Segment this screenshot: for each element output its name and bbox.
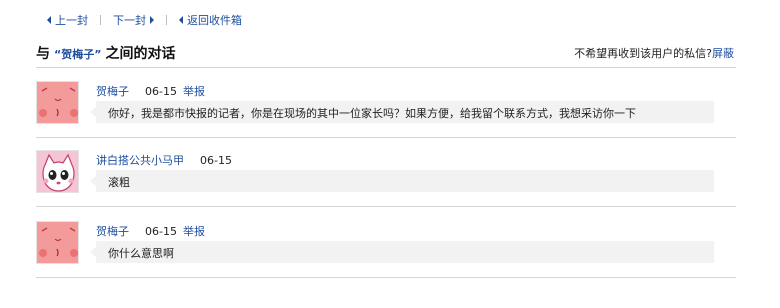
pink-face-icon <box>37 222 78 263</box>
message-divider <box>36 137 736 138</box>
conversation-user-link[interactable]: “贺梅子” <box>54 46 101 62</box>
conversation-nav: 上一封 下一封 返回收件箱 <box>47 13 242 27</box>
nav-divider <box>166 15 167 25</box>
message-meta: 贺梅子 06-15 举报 <box>96 83 205 99</box>
message-bubble: 你什么意思啊 <box>90 241 714 263</box>
report-link[interactable]: 举报 <box>183 223 205 239</box>
back-to-inbox-link[interactable]: 返回收件箱 <box>179 12 242 28</box>
message-meta: 贺梅子 06-15 举报 <box>96 223 205 239</box>
pink-face-icon <box>37 82 78 123</box>
title-suffix: 之间的对话 <box>105 46 176 62</box>
block-user-link[interactable]: 屏蔽 <box>712 47 734 60</box>
sender-name-link[interactable]: 贺梅子 <box>96 83 129 99</box>
header-divider <box>36 67 736 68</box>
page-title: 与 “贺梅子” 之间的对话 <box>36 43 175 63</box>
message-text: 滚粗 <box>108 176 130 189</box>
sender-name-link[interactable]: 贺梅子 <box>96 223 129 239</box>
message-item: 贺梅子 06-15 举报 你好，我是都市快报的记者，你是在现场的其中一位家长吗？… <box>36 81 736 139</box>
message-meta: 讲白搭公共小马甲 06-15 <box>96 152 232 168</box>
title-prefix: 与 <box>36 46 50 62</box>
message-item: 贺梅子 06-15 举报 你什么意思啊 <box>36 221 736 279</box>
prev-message-link[interactable]: 上一封 <box>47 12 88 28</box>
message-bubble: 你好，我是都市快报的记者，你是在现场的其中一位家长吗？如果方便，给我留个联系方式… <box>90 101 714 123</box>
message-text: 你好，我是都市快报的记者，你是在现场的其中一位家长吗？如果方便，给我留个联系方式… <box>108 107 636 120</box>
pink-face-avatar[interactable] <box>36 221 79 264</box>
message-date: 06-15 <box>200 153 232 167</box>
message-text: 你什么意思啊 <box>108 247 174 260</box>
prev-message-label: 上一封 <box>55 14 88 27</box>
message-item: 讲白搭公共小马甲 06-15 滚粗 <box>36 150 736 208</box>
block-user-area: 不希望再收到该用户的私信?屏蔽 <box>574 45 734 61</box>
message-divider <box>36 277 736 278</box>
message-divider <box>36 206 736 207</box>
pink-cat-icon <box>37 151 78 192</box>
back-to-inbox-label: 返回收件箱 <box>187 14 242 27</box>
arrow-left-icon <box>179 16 183 24</box>
report-link[interactable]: 举报 <box>183 83 205 99</box>
message-bubble: 滚粗 <box>90 170 714 192</box>
pink-cat-avatar[interactable] <box>36 150 79 193</box>
message-date: 06-15 <box>145 84 177 98</box>
block-prompt: 不希望再收到该用户的私信? <box>574 47 712 60</box>
nav-divider <box>100 15 101 25</box>
conversation-header: 与 “贺梅子” 之间的对话 不希望再收到该用户的私信?屏蔽 <box>36 41 734 63</box>
arrow-right-icon <box>150 16 154 24</box>
pink-face-avatar[interactable] <box>36 81 79 124</box>
message-date: 06-15 <box>145 224 177 238</box>
next-message-label: 下一封 <box>113 14 146 27</box>
next-message-link[interactable]: 下一封 <box>113 12 154 28</box>
sender-name-link[interactable]: 讲白搭公共小马甲 <box>96 152 184 168</box>
arrow-left-icon <box>47 16 51 24</box>
